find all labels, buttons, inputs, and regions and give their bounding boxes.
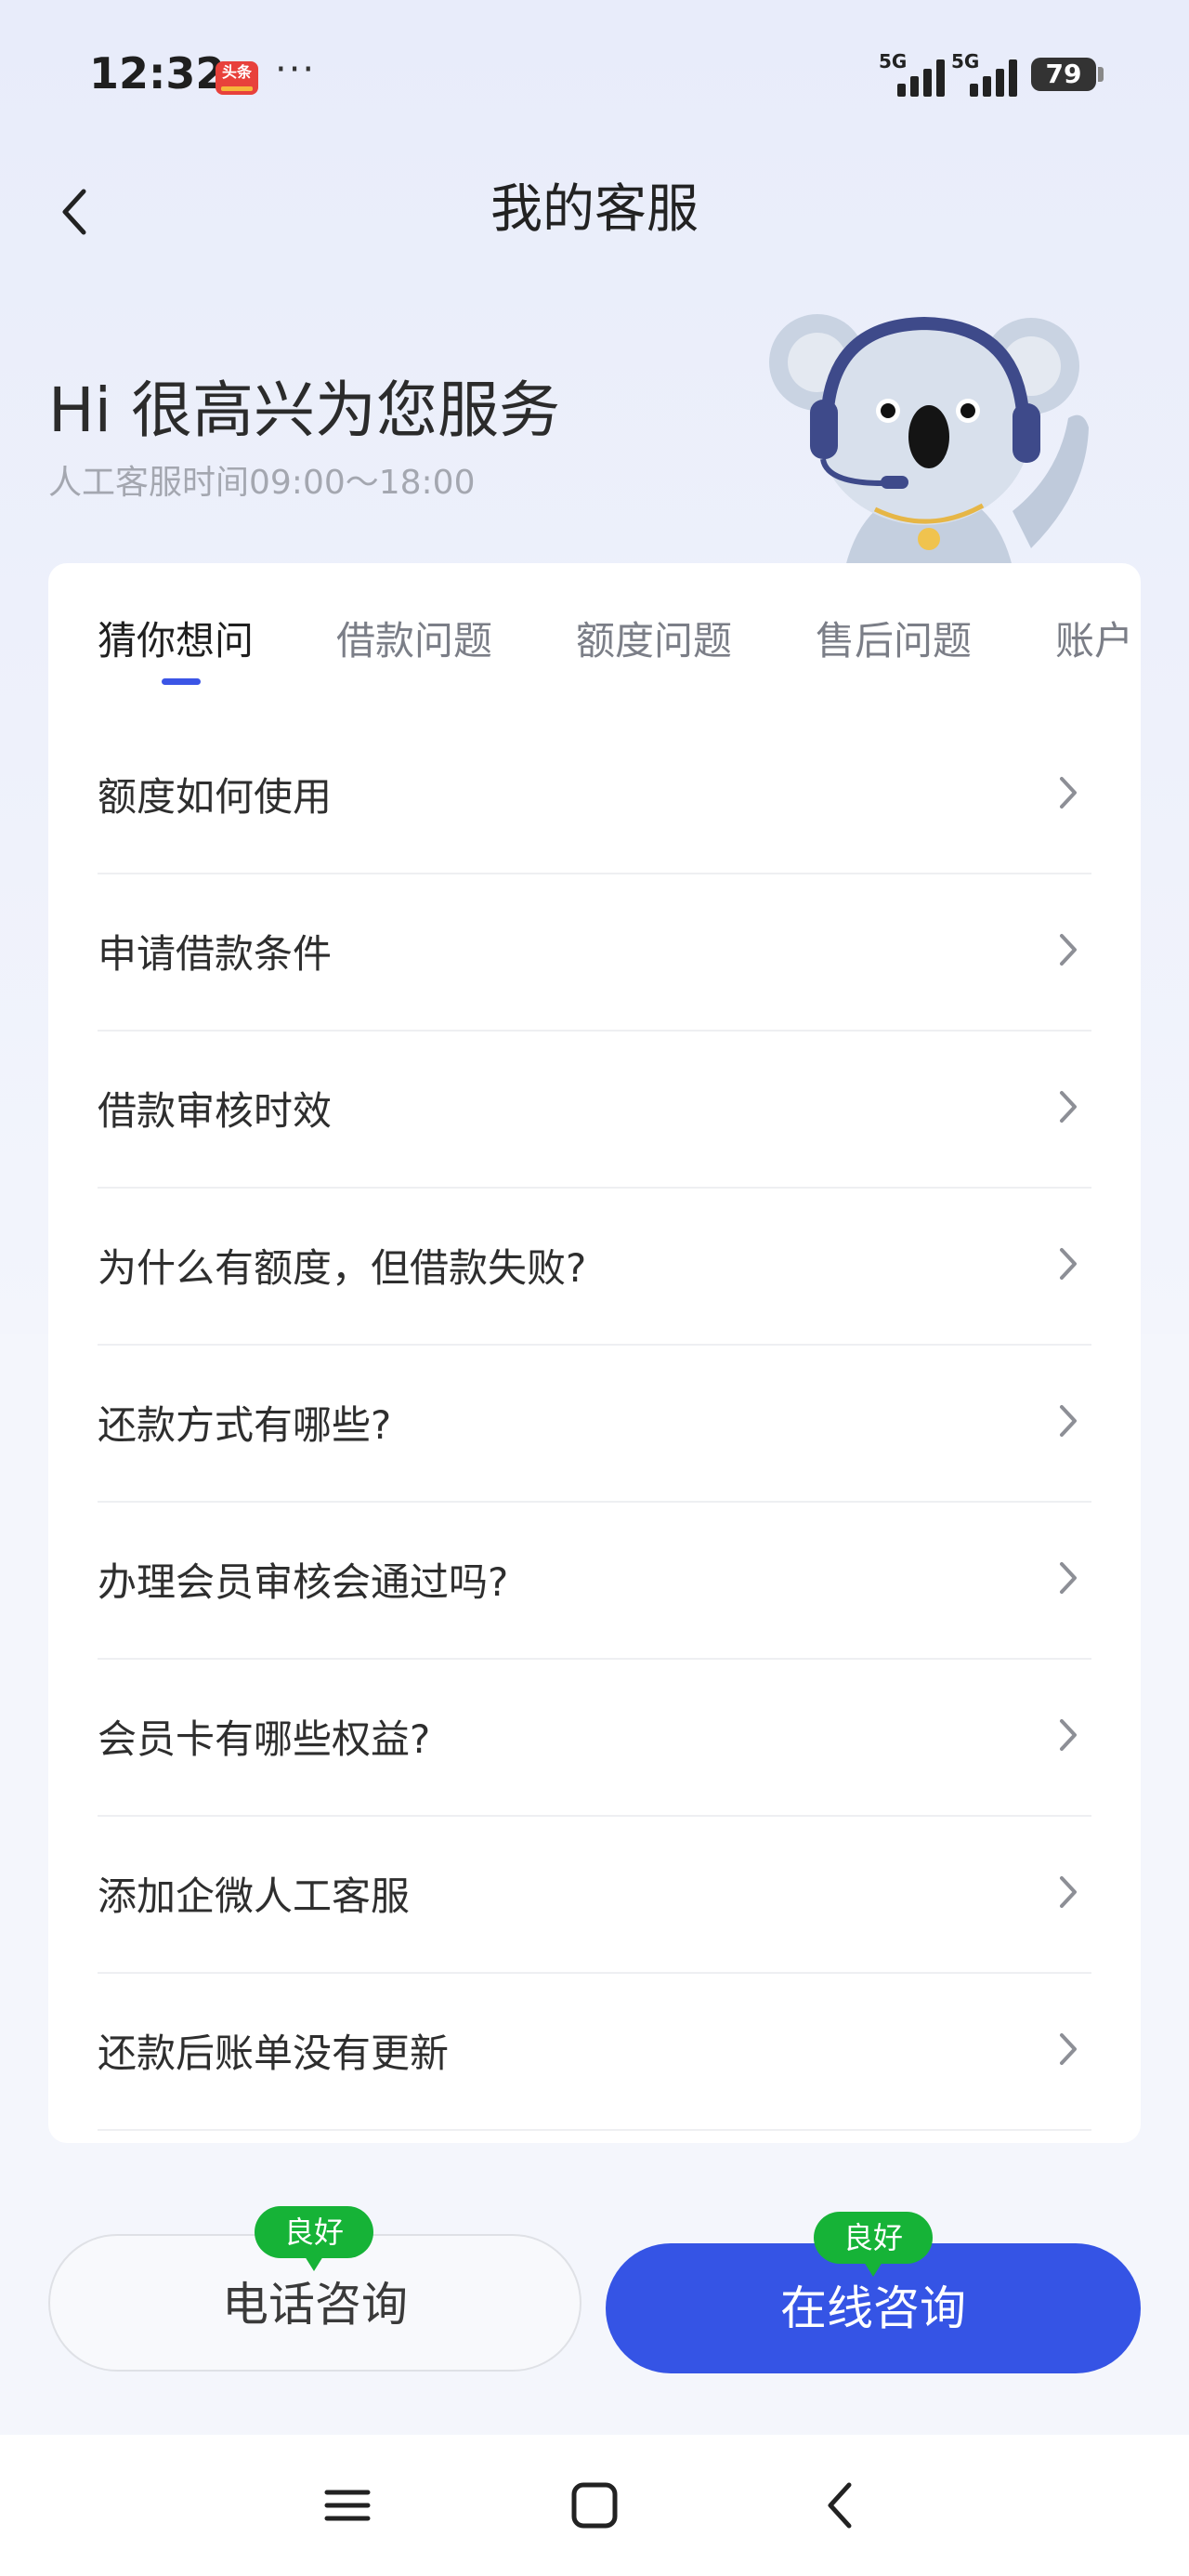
faq-item[interactable]: 添加企微人工客服 <box>98 1817 1091 1974</box>
faq-item-text: 添加企微人工客服 <box>98 1873 411 1919</box>
chevron-right-icon <box>1060 777 1077 808</box>
tab-after-sales[interactable]: 售后问题 <box>816 610 972 666</box>
status-time: 12:32 <box>89 48 226 99</box>
faq-item-text: 为什么有额度，但借款失败? <box>98 1245 587 1291</box>
online-status-badge: 良好 <box>814 2212 933 2277</box>
battery-tip <box>1098 67 1104 82</box>
faq-item[interactable]: 还款后账单没有更新 <box>98 1974 1091 2131</box>
news-app-icon: 头条 <box>216 61 258 95</box>
battery-indicator: 79 <box>1031 58 1096 91</box>
faq-item[interactable]: 额度如何使用 <box>98 717 1091 874</box>
tab-credit-limit[interactable]: 额度问题 <box>576 610 732 666</box>
page-title: 我的客服 <box>490 179 699 240</box>
tab-guess[interactable]: 猜你想问 <box>98 610 254 666</box>
faq-item[interactable]: 办理会员审核会通过吗? <box>98 1503 1091 1660</box>
menu-icon[interactable] <box>318 2476 377 2535</box>
faq-card: 猜你想问 借款问题 额度问题 售后问题 账户 额度如何使用 申请借款条件 借款审… <box>48 563 1141 2143</box>
faq-item[interactable]: 借款审核时效 <box>98 1032 1091 1189</box>
chevron-right-icon <box>1060 1405 1077 1437</box>
faq-item-text: 借款审核时效 <box>98 1088 333 1134</box>
tab-loan[interactable]: 借款问题 <box>336 610 492 666</box>
koala-mascot-icon <box>769 314 1089 567</box>
faq-list: 额度如何使用 申请借款条件 借款审核时效 为什么有额度，但借款失败? 还款方式有… <box>98 717 1091 2131</box>
faq-item-text: 还款后账单没有更新 <box>98 2031 450 2076</box>
system-nav-bar <box>0 2435 1189 2576</box>
chevron-right-icon <box>1060 1876 1077 1908</box>
status-bar: 12:32 头条 ··· 5G 5G 79 <box>0 0 1189 149</box>
faq-item-text: 还款方式有哪些? <box>98 1402 392 1448</box>
home-square-icon[interactable] <box>565 2476 624 2535</box>
faq-item[interactable]: 会员卡有哪些权益? <box>98 1660 1091 1817</box>
faq-item[interactable]: 申请借款条件 <box>98 874 1091 1032</box>
chevron-right-icon <box>1060 934 1077 966</box>
faq-item-text: 办理会员审核会通过吗? <box>98 1559 509 1605</box>
faq-item-text: 会员卡有哪些权益? <box>98 1716 431 1762</box>
tab-account[interactable]: 账户 <box>1055 610 1133 666</box>
chevron-right-icon <box>1060 1562 1077 1594</box>
tab-active-indicator <box>162 678 201 685</box>
faq-item-text: 额度如何使用 <box>98 774 333 820</box>
service-hours: 人工客服时间09:00～18:00 <box>48 464 476 502</box>
category-tabs: 猜你想问 借款问题 额度问题 售后问题 账户 <box>48 563 1141 693</box>
signal-1-icon: 5G <box>879 50 955 97</box>
signal-2-icon: 5G <box>951 50 1027 97</box>
chevron-right-icon <box>1060 1091 1077 1123</box>
faq-item[interactable]: 为什么有额度，但借款失败? <box>98 1189 1091 1346</box>
greeting-text: Hi 很高兴为您服务 <box>48 375 560 446</box>
phone-status-badge: 良好 <box>255 2206 373 2271</box>
more-notifications-icon: ··· <box>275 48 317 91</box>
back-chevron-icon[interactable] <box>812 2476 871 2535</box>
faq-item[interactable]: 还款方式有哪些? <box>98 1346 1091 1503</box>
chevron-right-icon <box>1060 1719 1077 1751</box>
faq-item-text: 申请借款条件 <box>98 931 333 977</box>
chevron-right-icon <box>1060 2033 1077 2065</box>
chevron-right-icon <box>1060 1248 1077 1280</box>
